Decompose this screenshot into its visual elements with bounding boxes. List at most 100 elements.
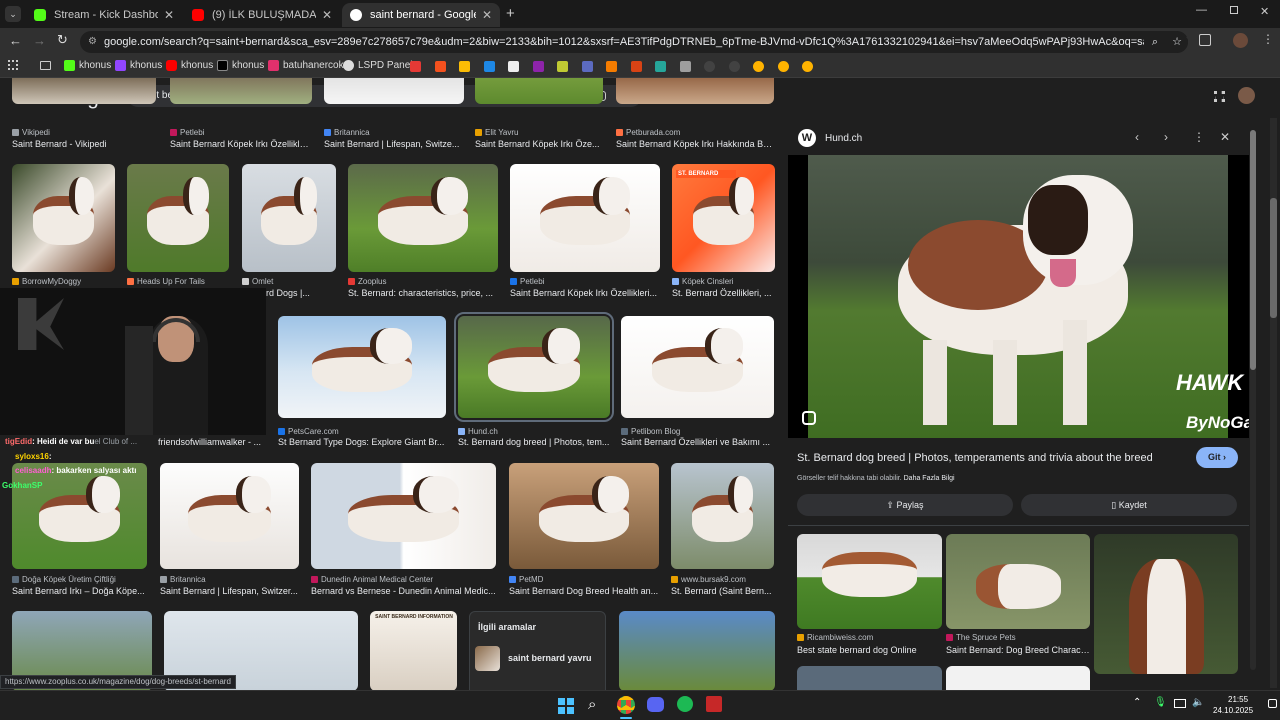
result-thumbnail[interactable] xyxy=(12,463,147,569)
menu-icon[interactable]: ⋮ xyxy=(1262,32,1274,46)
close-icon[interactable]: ✕ xyxy=(482,8,492,22)
site-info-icon[interactable]: ⚙ xyxy=(88,31,97,53)
result-thumbnail[interactable] xyxy=(348,164,498,272)
discord-taskbar-icon[interactable] xyxy=(647,697,664,712)
spotify-taskbar-icon[interactable] xyxy=(677,696,693,712)
bookmark-batuhanercok[interactable]: batuhanercok xyxy=(268,60,344,71)
result-source[interactable]: Petlebi xyxy=(510,277,660,286)
result-thumbnail[interactable] xyxy=(278,316,446,418)
save-button[interactable]: ▯ Kaydet xyxy=(1021,494,1237,516)
result-source[interactable]: Heads Up For Tails xyxy=(127,277,229,286)
result-caption[interactable]: Saint Bernard Köpek Irkı Öze... xyxy=(475,139,603,149)
bookmark-favicon-icon[interactable] xyxy=(483,61,495,72)
result-source[interactable]: PetsCare.com xyxy=(278,427,446,436)
clock-date[interactable]: 24.10.2025 xyxy=(1213,706,1253,715)
result-source[interactable]: Köpek Cinsleri xyxy=(672,277,775,286)
window-close-icon[interactable]: ✕ xyxy=(1260,5,1269,18)
preview-image[interactable]: HAWK ByNoGame xyxy=(788,155,1249,438)
scrollbar-thumb[interactable] xyxy=(1250,130,1256,370)
bookmark-favicon-icon[interactable] xyxy=(434,61,446,72)
result-source[interactable]: Doğa Köpek Üretim Çiftliği xyxy=(12,575,147,584)
result-caption[interactable]: Saint Bernard Irkı – Doğa Köpe... xyxy=(12,586,147,596)
chrome-taskbar-icon[interactable] xyxy=(617,696,635,714)
clock-time[interactable]: 21:55 xyxy=(1228,695,1248,704)
microphone-tray-icon[interactable]: 🎙 xyxy=(1154,697,1167,708)
result-source[interactable]: Zooplus xyxy=(348,277,498,286)
panel-site-name[interactable]: Hund.ch xyxy=(825,133,862,144)
bookmark-khonus-kick[interactable]: khonus xyxy=(64,60,111,71)
bookmark-lspd-panel[interactable]: LSPD Panel xyxy=(343,60,412,71)
result-thumbnail[interactable] xyxy=(672,164,775,272)
result-thumbnail[interactable] xyxy=(12,78,156,104)
similar-image[interactable] xyxy=(946,534,1090,629)
reload-icon[interactable]: ↻ xyxy=(57,32,68,48)
close-icon[interactable]: ✕ xyxy=(164,8,174,22)
result-caption[interactable]: St. Bernard dog breed | Photos, tem... xyxy=(458,437,610,447)
result-caption[interactable]: Saint Bernard Köpek Irkı Hakkında Bil... xyxy=(616,139,774,149)
result-thumbnail[interactable] xyxy=(621,316,774,418)
new-tab-plus-icon[interactable]: + xyxy=(506,5,515,22)
scrollbar-thumb[interactable] xyxy=(1270,198,1277,318)
bookmark-favicon-icon[interactable] xyxy=(606,61,617,72)
similar-caption[interactable]: Saint Bernard: Dog Breed Charact... xyxy=(946,645,1090,655)
result-source[interactable]: Vikipedi xyxy=(12,128,156,137)
result-source[interactable]: Elit Yavru xyxy=(475,128,603,137)
result-source[interactable]: BorrowMyDoggy xyxy=(12,277,115,286)
extensions-icon[interactable] xyxy=(1199,34,1211,46)
similar-image[interactable] xyxy=(797,666,942,690)
app-taskbar-icon[interactable] xyxy=(706,696,722,712)
result-source[interactable]: Britannica xyxy=(160,575,299,584)
similar-source[interactable]: Ricambiweiss.com xyxy=(797,633,942,642)
bookmark-favicon-icon[interactable] xyxy=(410,61,421,72)
similar-source[interactable]: The Spruce Pets xyxy=(946,633,1090,642)
bookmark-favicon-icon[interactable] xyxy=(679,61,691,72)
result-thumbnail[interactable] xyxy=(475,78,603,104)
result-caption[interactable]: Saint Bernard Özellikleri ve Bakımı ... xyxy=(621,437,774,447)
result-caption[interactable]: Bernard vs Bernese - Dunedin Animal Medi… xyxy=(311,586,496,596)
more-info-link[interactable]: Daha Fazla Bilgi xyxy=(904,475,955,482)
bookmark-favicon-icon[interactable] xyxy=(557,61,568,72)
result-thumbnail[interactable] xyxy=(510,164,660,272)
apps-grid-icon[interactable] xyxy=(8,60,18,70)
close-panel-icon[interactable]: ✕ xyxy=(1220,130,1230,144)
tray-overflow-icon[interactable]: ⌃ xyxy=(1133,697,1141,708)
result-caption[interactable]: Saint Bernard | Lifespan, Switze... xyxy=(324,139,464,149)
previous-icon[interactable]: ‹ xyxy=(1135,130,1139,144)
forward-icon[interactable]: → xyxy=(33,33,46,48)
network-tray-icon[interactable] xyxy=(1174,699,1186,708)
folder-icon[interactable] xyxy=(40,61,51,70)
result-thumbnail[interactable] xyxy=(242,164,336,272)
result-caption[interactable]: St. Bernard (Saint Bern... xyxy=(671,586,774,596)
notifications-icon[interactable] xyxy=(1268,699,1277,708)
result-thumbnail[interactable] xyxy=(671,463,774,569)
bookmark-favicon-icon[interactable] xyxy=(581,61,593,72)
result-thumbnail[interactable] xyxy=(170,78,312,104)
volume-tray-icon[interactable]: 🔈 xyxy=(1192,697,1204,708)
result-caption[interactable]: St. Bernard Özellikleri, ... xyxy=(672,288,775,298)
windows-start-icon[interactable] xyxy=(558,698,574,714)
bookmark-favicon-icon[interactable] xyxy=(753,61,764,72)
result-source[interactable]: Petlibom Blog xyxy=(621,427,774,436)
bookmark-khonus-youtube[interactable]: khonus xyxy=(166,60,213,71)
lens-search-icon[interactable] xyxy=(802,411,816,425)
result-caption[interactable]: Saint Bernard | Lifespan, Switzer... xyxy=(160,586,299,596)
tab-search-button[interactable]: ⌄ xyxy=(5,6,21,22)
bookmark-favicon-icon[interactable] xyxy=(532,61,544,72)
share-button[interactable]: ⇪ Paylaş xyxy=(797,494,1013,516)
zoom-icon[interactable]: ⌕ xyxy=(1144,31,1166,53)
result-caption[interactable]: Saint Bernard Köpek Irkı Özellikleri... xyxy=(510,288,660,298)
back-icon[interactable]: ← xyxy=(9,33,22,48)
bookmark-khonus-twitch[interactable]: khonus xyxy=(115,60,162,71)
bookmark-favicon-icon[interactable] xyxy=(704,61,715,72)
result-caption[interactable]: Saint Bernard Dog Breed Health an... xyxy=(509,586,659,596)
result-caption[interactable]: St. Bernard: characteristics, price, ... xyxy=(348,288,498,298)
result-thumbnail[interactable] xyxy=(454,312,614,422)
result-source[interactable]: Petburada.com xyxy=(616,128,774,137)
bookmark-favicon-icon[interactable] xyxy=(630,61,642,72)
result-source[interactable]: Dunedin Animal Medical Center xyxy=(311,575,496,584)
bookmark-favicon-icon[interactable] xyxy=(655,61,666,72)
bookmark-favicon-icon[interactable] xyxy=(459,61,470,72)
tab-google-search[interactable]: saint bernard - Google'da Ara ✕ xyxy=(342,3,500,27)
visit-button[interactable]: Git › xyxy=(1196,447,1238,468)
result-caption[interactable]: friendsofwilliamwalker - ... xyxy=(158,437,262,447)
